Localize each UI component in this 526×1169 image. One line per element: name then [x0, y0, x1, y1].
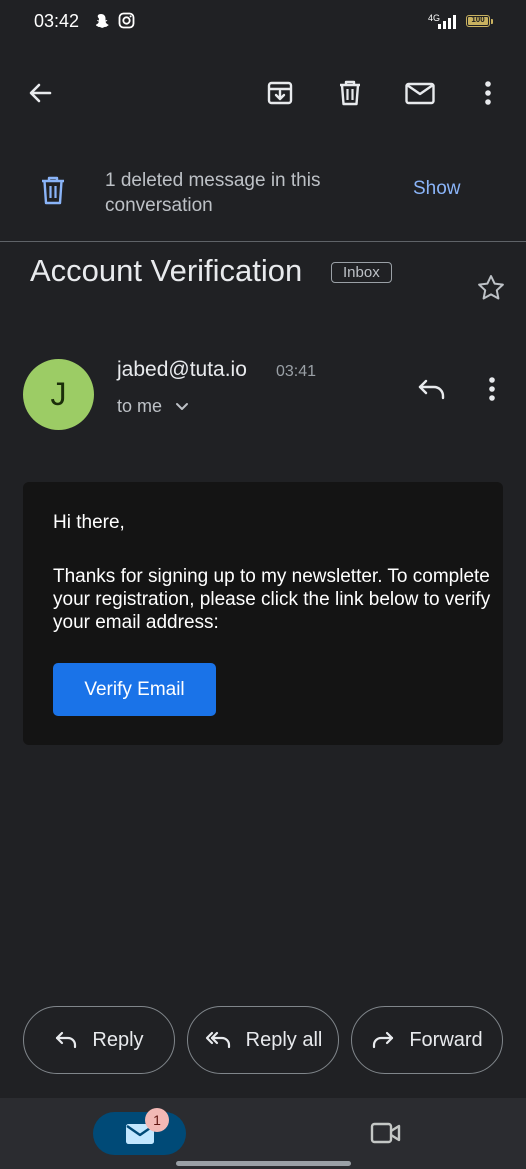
recipient-details[interactable]: to me: [117, 396, 189, 417]
star-icon: [478, 275, 504, 300]
email-subject: Account Verification: [30, 253, 303, 288]
reply-all-button[interactable]: Reply all: [187, 1006, 339, 1074]
back-arrow-icon: [29, 83, 52, 103]
reply-all-icon: [205, 1031, 230, 1049]
reply-all-label: Reply all: [245, 1028, 323, 1051]
email-message: Thanks for signing up to my newsletter. …: [53, 566, 491, 633]
mail-unread-badge: 1: [145, 1108, 169, 1132]
reply-button[interactable]: Reply: [23, 1006, 175, 1074]
nav-mail-tab[interactable]: [93, 1112, 186, 1155]
status-time: 03:42: [34, 11, 80, 31]
email-time: 03:41: [276, 363, 317, 380]
mark-unread-icon: [405, 82, 435, 105]
more-vert-icon: [489, 377, 495, 401]
signal-icon: [438, 15, 458, 29]
delete-button[interactable]: [330, 73, 370, 113]
deleted-message-notice: 1 deleted message in this conversation: [105, 170, 321, 216]
archive-button[interactable]: [260, 73, 300, 113]
back-button[interactable]: [20, 73, 60, 113]
email-greeting: Hi there,: [53, 512, 125, 533]
chevron-down-icon: [176, 403, 189, 411]
deleted-trash-icon: [40, 176, 66, 206]
gesture-home-bar[interactable]: [176, 1161, 351, 1166]
verify-email-button[interactable]: Verify Email: [53, 663, 216, 716]
forward-icon: [373, 1031, 394, 1049]
nav-meet-tab[interactable]: [370, 1120, 402, 1146]
divider: [0, 241, 526, 242]
star-button[interactable]: [476, 273, 506, 303]
instagram-icon: [118, 12, 135, 29]
show-deleted-button[interactable]: Show: [413, 178, 461, 200]
mark-unread-button[interactable]: [400, 73, 440, 113]
video-camera-icon: [370, 1122, 401, 1144]
recipient-label: to me: [117, 396, 163, 416]
reply-icon-button[interactable]: [416, 374, 448, 404]
bottom-navigation: [0, 1098, 526, 1169]
more-options-button[interactable]: [468, 73, 508, 113]
delete-icon: [340, 80, 360, 106]
more-vert-icon: [485, 81, 491, 105]
sender-address[interactable]: jabed@tuta.io: [117, 358, 247, 382]
forward-label: Forward: [409, 1028, 483, 1051]
message-more-button[interactable]: [488, 376, 496, 402]
reply-label: Reply: [92, 1028, 144, 1051]
battery-icon: 100: [466, 15, 490, 27]
snapchat-icon: [92, 12, 110, 30]
avatar[interactable]: J: [23, 359, 94, 430]
inbox-label-chip[interactable]: Inbox: [331, 262, 392, 283]
battery-level: 100: [471, 15, 485, 24]
archive-icon: [267, 81, 293, 105]
forward-button[interactable]: Forward: [351, 1006, 503, 1074]
reply-icon: [418, 379, 445, 400]
reply-icon: [56, 1031, 77, 1049]
battery-tip: [491, 19, 493, 24]
